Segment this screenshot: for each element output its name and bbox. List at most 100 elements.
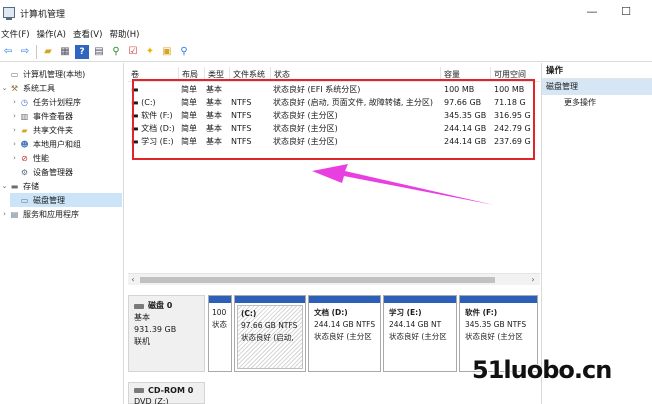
zoom-icon[interactable]: ⚲ <box>177 45 191 59</box>
show-tree-icon[interactable]: ▦ <box>58 45 72 59</box>
up-folder-icon[interactable]: ▰ <box>41 45 55 59</box>
expand-arrow-icon[interactable]: › <box>10 140 19 148</box>
disk-0-size: 931.39 GB <box>134 325 177 334</box>
toolbar-separator <box>36 44 37 59</box>
tree-item-event-viewer[interactable]: › ▥ 事件查看器 <box>10 109 120 123</box>
partition-status: 状态良好 (主分区 <box>465 332 523 341</box>
disk-management-pane: 卷 布局 类型 文件系统 状态 容量 可用空间 ▬ 简单 基本 状态良好 (EF… <box>128 63 540 404</box>
partition-label: 学习 (E:) <box>389 308 422 317</box>
cdrom-0-info[interactable]: CD-ROM 0 DVD (Z:) <box>128 382 205 404</box>
tree-item-disk-management[interactable]: ▭ 磁盘管理 <box>10 193 122 207</box>
tools-icon: ⚒ <box>10 83 19 93</box>
search-folder-icon[interactable]: ▣ <box>160 45 174 59</box>
storage-icon: ▬ <box>10 181 19 191</box>
tree-item-storage[interactable]: ⌄ ▬ 存储 <box>0 179 120 193</box>
maximize-button[interactable]: ☐ <box>612 4 640 20</box>
help-icon[interactable]: ? <box>75 44 89 59</box>
partition-efi[interactable]: 100 状态 <box>208 295 232 372</box>
highlight-box <box>132 79 535 160</box>
horizontal-scrollbar[interactable]: ‹ › <box>128 273 540 285</box>
expand-arrow-icon[interactable]: ⌄ <box>0 84 9 92</box>
properties-icon[interactable]: ▤ <box>92 45 106 59</box>
partition-bar <box>384 296 456 303</box>
tree-item-computer-management[interactable]: ▭ 计算机管理(本地) <box>0 67 120 81</box>
expand-arrow-icon[interactable]: › <box>10 154 19 162</box>
partition-e[interactable]: 学习 (E:) 244.14 GB NT 状态良好 (主分区 <box>383 295 457 372</box>
partition-body: 学习 (E:) 244.14 GB NT 状态良好 (主分区 <box>386 305 454 369</box>
actions-pane: 操作 磁盘管理 更多操作 <box>541 63 652 404</box>
back-icon[interactable]: ⇦ <box>1 45 15 59</box>
tree-item-system-tools[interactable]: ⌄ ⚒ 系统工具 <box>0 81 120 95</box>
clock-icon: ◷ <box>21 97 28 107</box>
menu-help[interactable]: 帮助(H) <box>108 28 145 40</box>
tree-item-label: 存储 <box>23 181 39 191</box>
scroll-left-icon[interactable]: ‹ <box>128 274 138 286</box>
disk-graphical-view: 磁盘 0 基本 931.39 GB 联机 100 状态 (C:) 97.66 G… <box>128 295 540 404</box>
menu-action[interactable]: 操作(A) <box>36 28 72 40</box>
partition-body: (C:) 97.66 GB NTFS 状态良好 (启动, <box>237 305 303 369</box>
expand-arrow-icon[interactable]: › <box>10 126 19 134</box>
tree-item-label: 服务和应用程序 <box>23 209 79 219</box>
title-bar: 计算机管理 — ☐ <box>0 0 652 26</box>
tree-item-label: 共享文件夹 <box>33 125 73 135</box>
partition-status: 状态良好 (启动, <box>241 333 294 342</box>
cdrom-title: CD-ROM 0 <box>134 385 199 396</box>
disk-0-name: 磁盘 0 <box>148 301 173 310</box>
tree-item-services-apps[interactable]: › ▤ 服务和应用程序 <box>0 207 120 221</box>
performance-icon: ⊘ <box>21 153 28 163</box>
partition-label: 软件 (F:) <box>465 308 498 317</box>
navigation-tree: ▭ 计算机管理(本地) ⌄ ⚒ 系统工具 › ◷ 任务计划程序 › ▥ 事件查看… <box>0 63 124 404</box>
cdrom-name: CD-ROM 0 <box>148 386 194 395</box>
tree-item-label: 本地用户和组 <box>33 139 81 149</box>
device-icon: ⚙ <box>20 167 29 177</box>
menu-file[interactable]: 文件(F) <box>0 28 36 40</box>
partition-d[interactable]: 文档 (D:) 244.14 GB NTFS 状态良好 (主分区 <box>308 295 381 372</box>
partition-size: 244.14 GB NT <box>389 320 442 329</box>
toolbar: ⇦ ⇨ ▰ ▦ ? ▤ ⚲ ☑ ✦ ▣ ⚲ <box>0 42 652 62</box>
check-icon[interactable]: ☑ <box>126 45 140 59</box>
tree-item-performance[interactable]: › ⊘ 性能 <box>10 151 120 165</box>
tree-item-shared-folders[interactable]: › ▰ 共享文件夹 <box>10 123 120 137</box>
cdrom-type: DVD (Z:) <box>134 397 169 404</box>
computer-management-icon <box>3 7 15 20</box>
partition-size: 97.66 GB NTFS <box>241 321 298 330</box>
expand-arrow-icon[interactable]: ⌄ <box>0 182 9 190</box>
scroll-right-icon[interactable]: › <box>528 274 538 286</box>
tree-item-local-users[interactable]: › ☻ 本地用户和组 <box>10 137 120 151</box>
tree-item-task-scheduler[interactable]: › ◷ 任务计划程序 <box>10 95 120 109</box>
expand-arrow-icon[interactable]: › <box>0 210 9 218</box>
computer-icon: ▭ <box>10 69 19 79</box>
scrollbar-thumb[interactable] <box>140 277 495 283</box>
partition-size: 244.14 GB NTFS <box>314 320 376 329</box>
expand-arrow-icon[interactable]: › <box>10 112 19 120</box>
tree-item-label: 性能 <box>33 153 49 163</box>
partition-status: 状态 <box>212 320 227 329</box>
new-icon[interactable]: ✦ <box>143 45 157 59</box>
partition-size: 345.35 GB NTFS <box>465 320 527 329</box>
disk-0-info[interactable]: 磁盘 0 基本 931.39 GB 联机 <box>128 295 205 372</box>
expand-arrow-icon[interactable]: › <box>10 98 19 106</box>
services-icon: ▤ <box>10 209 19 219</box>
partition-c[interactable]: (C:) 97.66 GB NTFS 状态良好 (启动, <box>234 295 306 372</box>
tree-item-label: 事件查看器 <box>33 111 73 121</box>
minimize-button[interactable]: — <box>578 4 606 20</box>
partition-size: 100 <box>212 308 227 317</box>
tree-item-label: 设备管理器 <box>33 167 73 177</box>
menu-bar: 文件(F) 操作(A) 查看(V) 帮助(H) <box>0 26 652 42</box>
shared-folder-icon: ▰ <box>21 125 28 135</box>
disk-0-state: 联机 <box>134 337 150 346</box>
users-icon: ☻ <box>20 139 29 149</box>
partition-status: 状态良好 (主分区 <box>389 332 447 341</box>
tree-item-device-manager[interactable]: ⚙ 设备管理器 <box>10 165 120 179</box>
partition-label: (C:) <box>241 309 257 318</box>
menu-view[interactable]: 查看(V) <box>72 28 108 40</box>
tree-item-label: 系统工具 <box>23 83 55 93</box>
more-actions-link[interactable]: 更多操作 <box>542 95 652 111</box>
connect-icon[interactable]: ⚲ <box>109 45 123 59</box>
partition-bar <box>309 296 380 303</box>
actions-header: 操作 <box>542 63 652 79</box>
partition-status: 状态良好 (主分区 <box>314 332 372 341</box>
forward-icon[interactable]: ⇨ <box>18 45 32 59</box>
disk-0-type: 基本 <box>134 313 150 322</box>
actions-section-disk-management[interactable]: 磁盘管理 <box>542 79 652 95</box>
